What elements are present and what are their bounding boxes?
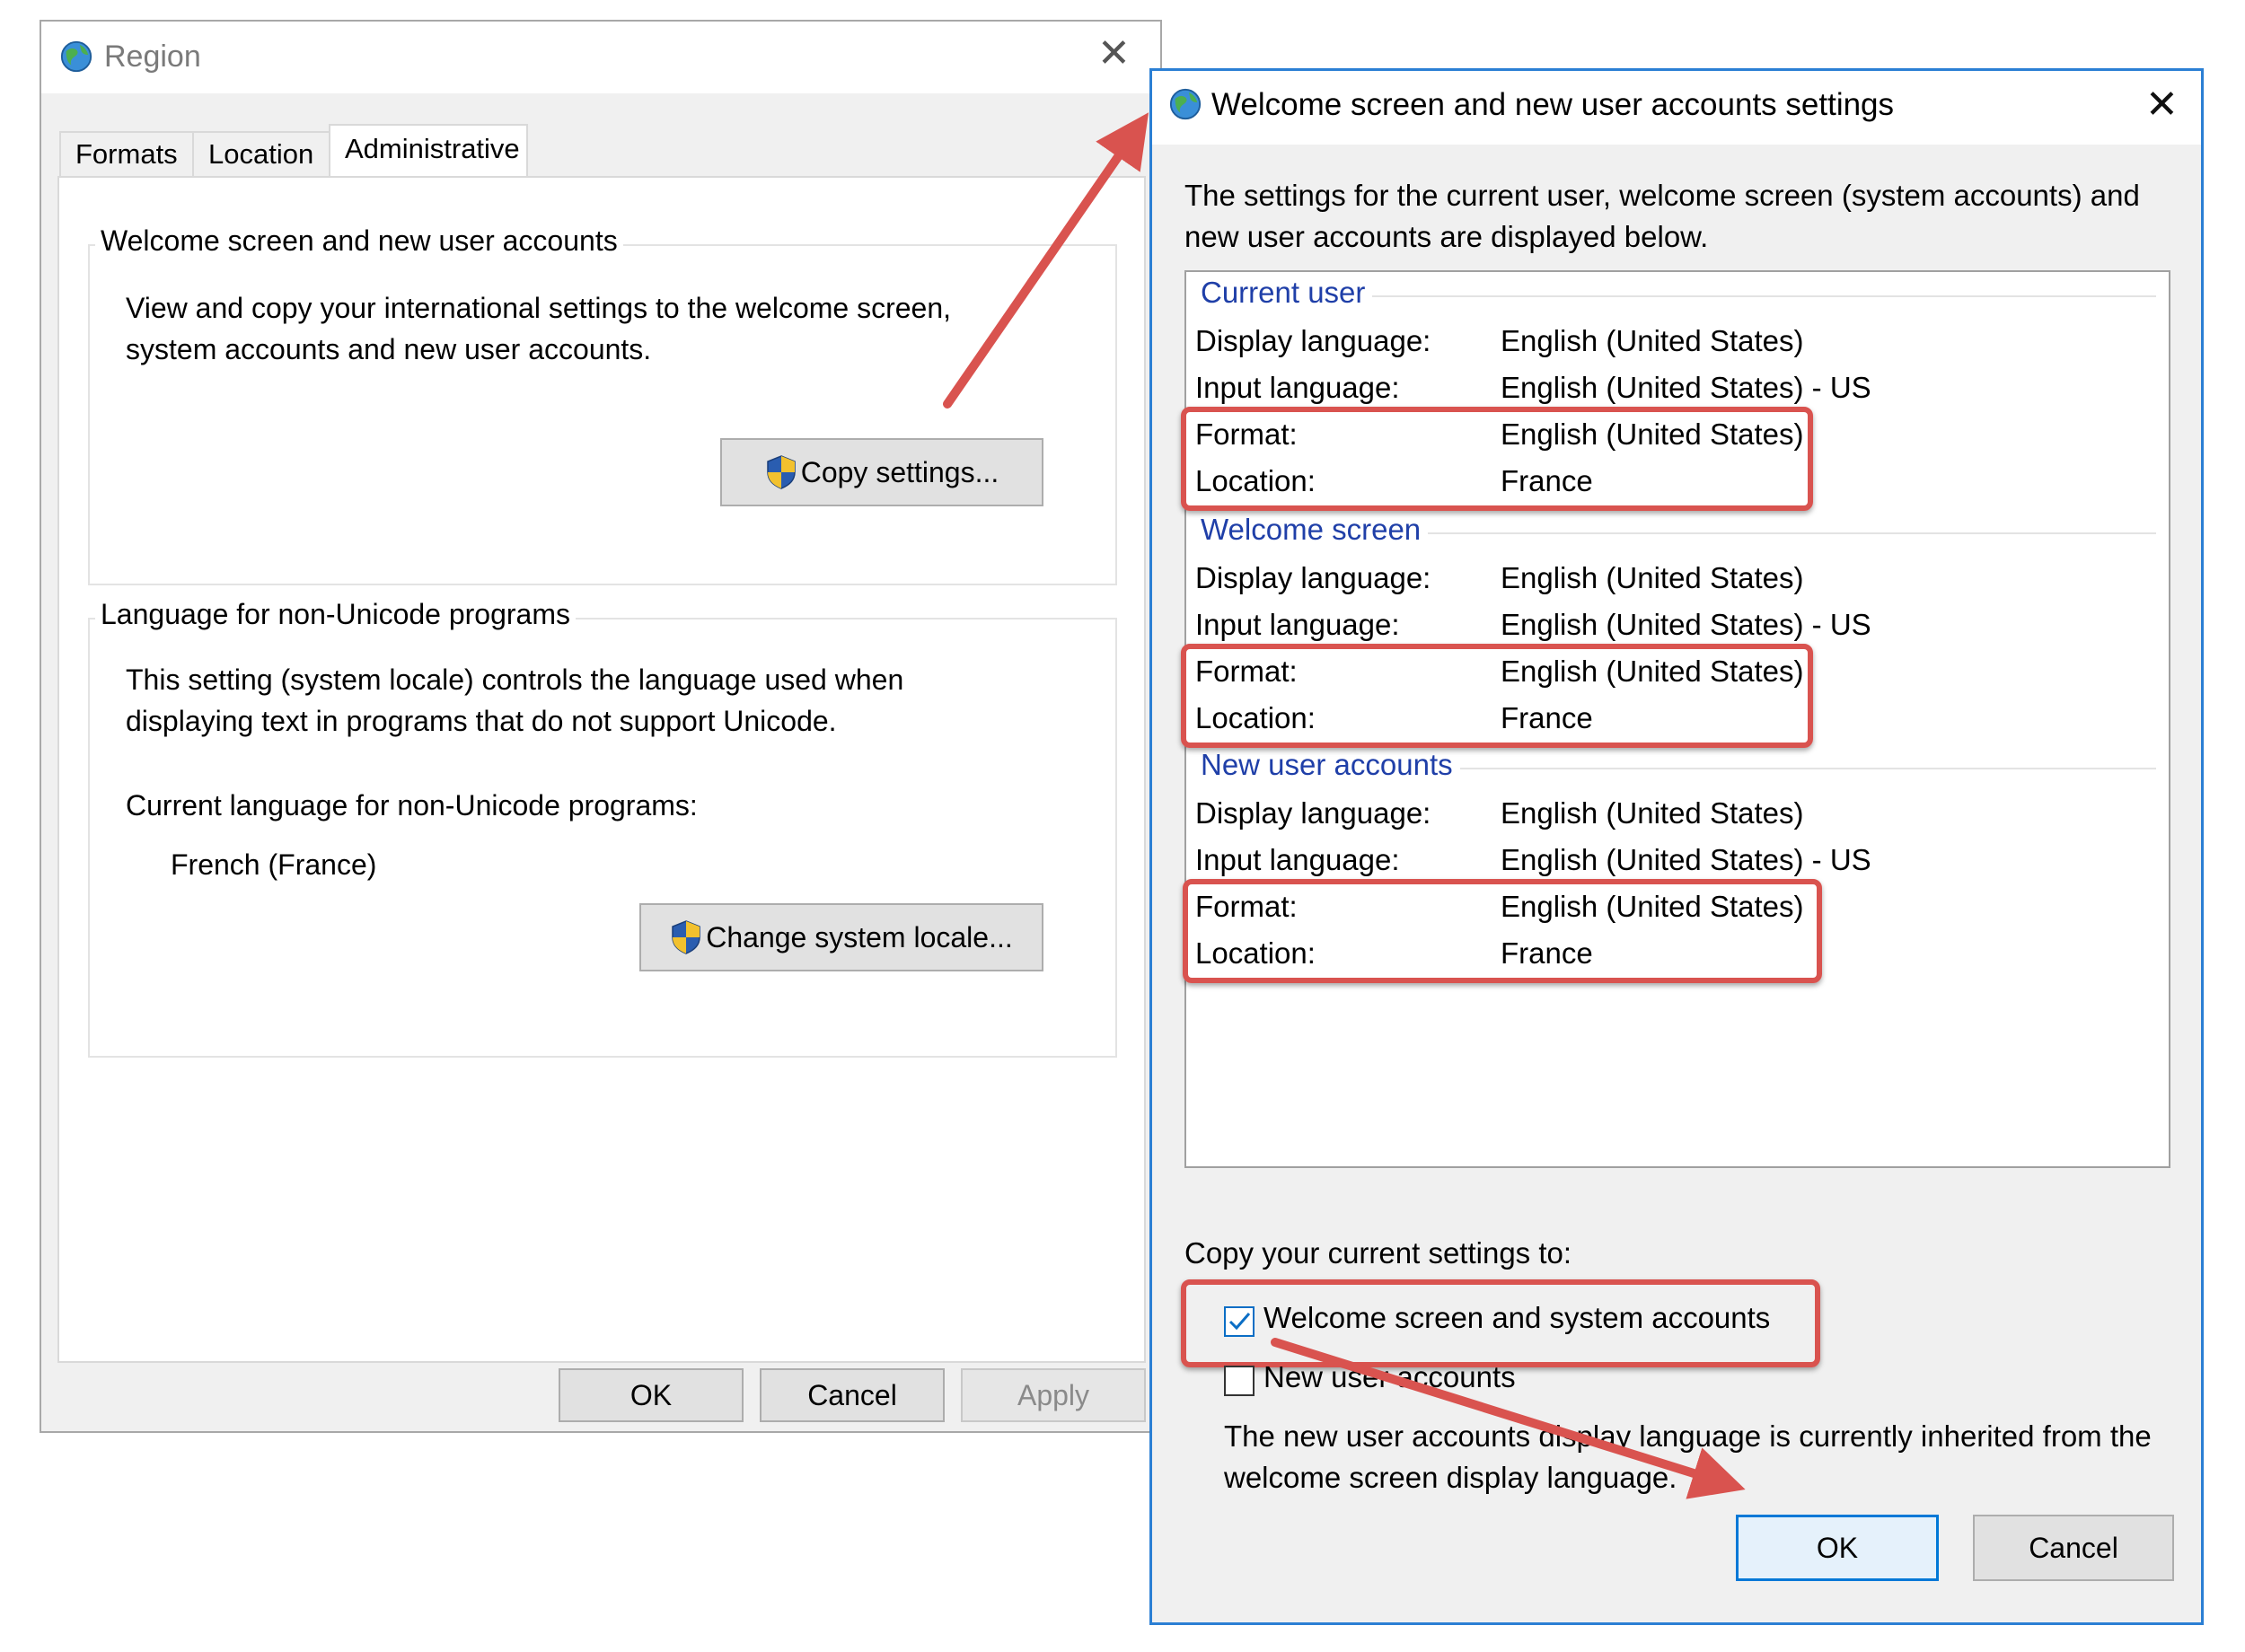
- tab-formats[interactable]: Formats: [59, 131, 194, 176]
- administrative-panel: Welcome screen and new user accounts Vie…: [57, 176, 1146, 1363]
- inherited-note-line2: welcome screen display language.: [1224, 1461, 1677, 1494]
- non-unicode-groupbox: Language for non-Unicode programs This s…: [88, 598, 1117, 1058]
- current-user-display-language-label: Display language:: [1195, 324, 1431, 357]
- new-users-checkbox[interactable]: [1224, 1366, 1255, 1396]
- non-unicode-description-line1: This setting (system locale) controls th…: [126, 663, 904, 696]
- change-system-locale-label: Change system locale...: [706, 920, 1013, 953]
- new-users-checkbox-label[interactable]: New user accounts: [1263, 1360, 1516, 1394]
- welcome-description-line1: View and copy your international setting…: [126, 292, 952, 324]
- tab-strip: Formats Location Administrative: [41, 93, 1160, 178]
- current-user-input-language-value: English (United States) - US: [1501, 371, 1871, 404]
- non-unicode-group-legend: Language for non-Unicode programs: [95, 598, 576, 631]
- globe-icon: [1169, 88, 1202, 120]
- format-location-highlight: [1183, 879, 1822, 983]
- dialog-ok-button[interactable]: OK: [1736, 1515, 1939, 1581]
- format-location-highlight: [1181, 644, 1813, 748]
- tab-administrative[interactable]: Administrative: [329, 124, 528, 178]
- welcome-description-line2: system accounts and new user accounts.: [126, 333, 652, 365]
- welcome-groupbox: Welcome screen and new user accounts Vie…: [88, 224, 1117, 585]
- inherited-note-line1: The new user accounts display language i…: [1224, 1419, 2152, 1453]
- region-close-icon[interactable]: ✕: [1097, 34, 1131, 74]
- current-user-input-language-label: Input language:: [1195, 371, 1400, 404]
- dialog-titlebar: Welcome screen and new user accounts set…: [1152, 71, 2201, 145]
- region-cancel-button[interactable]: Cancel: [760, 1368, 945, 1422]
- format-location-highlight: [1181, 407, 1813, 511]
- welcome-screen-display-language-label: Display language:: [1195, 561, 1431, 594]
- region-window: Region ✕ Formats Location Administrative…: [40, 20, 1162, 1433]
- region-ok-button[interactable]: OK: [559, 1368, 744, 1422]
- welcome-screen-input-language-value: English (United States) - US: [1501, 608, 1871, 641]
- section-heading-new-user-accounts: New user accounts: [1201, 748, 1460, 782]
- current-user-display-language-value: English (United States): [1501, 324, 1804, 357]
- dialog-close-icon[interactable]: ✕: [2145, 85, 2179, 125]
- dialog-cancel-button[interactable]: Cancel: [1973, 1515, 2174, 1581]
- current-language-label: Current language for non-Unicode program…: [126, 789, 698, 822]
- tab-location[interactable]: Location: [192, 131, 330, 176]
- non-unicode-description-line2: displaying text in programs that do not …: [126, 705, 837, 737]
- dialog-intro-line2: new user accounts are displayed below.: [1184, 220, 1709, 253]
- region-titlebar: Region ✕: [41, 22, 1160, 93]
- section-heading-current-user: Current user: [1201, 276, 1373, 310]
- region-apply-button: Apply: [961, 1368, 1146, 1422]
- settings-info-box: Current user Display language: English (…: [1181, 270, 2170, 1168]
- change-system-locale-button[interactable]: Change system locale...: [639, 903, 1043, 971]
- checkbox-highlight: [1181, 1279, 1820, 1367]
- new-users-display-language-value: English (United States): [1501, 796, 1804, 830]
- welcome-settings-dialog: Welcome screen and new user accounts set…: [1149, 68, 2204, 1625]
- copy-to-label: Copy your current settings to:: [1184, 1236, 1572, 1270]
- new-users-input-language-value: English (United States) - US: [1501, 843, 1871, 876]
- new-users-input-language-label: Input language:: [1195, 843, 1400, 876]
- copy-settings-label: Copy settings...: [800, 455, 999, 488]
- region-title: Region: [104, 40, 201, 74]
- dialog-title: Welcome screen and new user accounts set…: [1211, 87, 1895, 122]
- uac-shield-icon: [766, 455, 796, 489]
- current-language-value: French (France): [171, 848, 377, 881]
- welcome-screen-input-language-label: Input language:: [1195, 608, 1400, 641]
- welcome-group-legend: Welcome screen and new user accounts: [95, 224, 623, 258]
- welcome-screen-display-language-value: English (United States): [1501, 561, 1804, 594]
- new-users-display-language-label: Display language:: [1195, 796, 1431, 830]
- uac-shield-icon: [672, 920, 700, 954]
- copy-settings-button[interactable]: Copy settings...: [720, 438, 1043, 506]
- dialog-intro-line1: The settings for the current user, welco…: [1184, 179, 2140, 212]
- globe-icon: [60, 40, 92, 73]
- section-heading-welcome-screen: Welcome screen: [1201, 513, 1429, 547]
